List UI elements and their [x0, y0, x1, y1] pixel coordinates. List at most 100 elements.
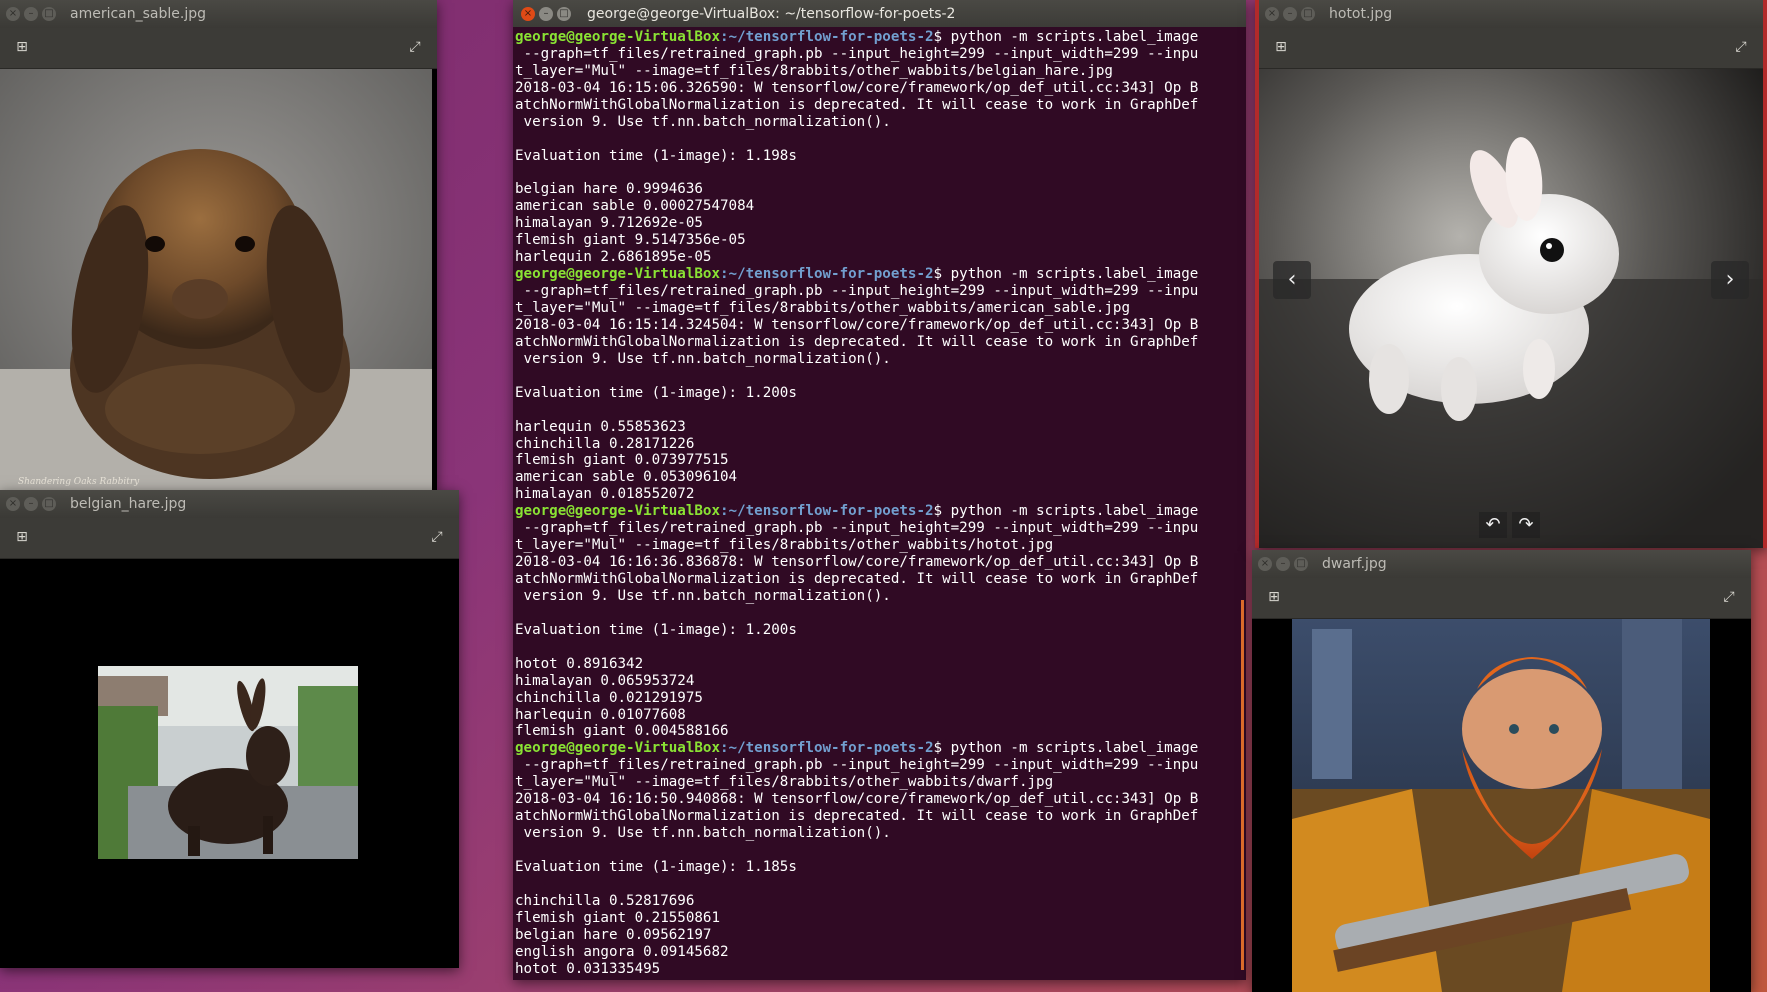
warning-text: 2018-03-04 16:15:06.326590: W tensorflow… [515, 79, 1199, 96]
result-text: hotot 0.031335495 [515, 960, 661, 977]
window-titlebar[interactable]: × – □ dwarf.jpg [1252, 550, 1751, 578]
prompt-line: george@george-VirtualBox:~/tensorflow-fo… [515, 266, 1246, 283]
prompt-user: george@george-VirtualBox [515, 740, 720, 757]
close-icon[interactable]: × [1265, 7, 1279, 21]
terminal-output[interactable]: george@george-VirtualBox:~/tensorflow-fo… [513, 27, 1246, 980]
warning-text: version 9. Use tf.nn.batch_normalization… [515, 113, 891, 130]
prompt-path: :~/tensorflow-for-poets-2 [720, 29, 934, 45]
command-continuation: t_layer="Mul" --image=tf_files/8rabbits/… [515, 774, 1246, 791]
belgian-hare-photo [98, 666, 358, 859]
viewer-toolbar: ⊞ ⤢ [1252, 578, 1751, 619]
minimize-icon[interactable]: – [24, 7, 38, 21]
prompt-line: george@george-VirtualBox:~/tensorflow-fo… [515, 740, 1246, 757]
viewer-toolbar: ⊞ ⤢ [1259, 28, 1763, 69]
window-titlebar[interactable]: × – □ george@george-VirtualBox: ~/tensor… [513, 0, 1246, 28]
warning-text: atchNormWithGlobalNormalization is depre… [515, 96, 1199, 113]
window-titlebar[interactable]: × – □ belgian_hare.jpg [0, 490, 459, 518]
maximize-icon[interactable]: □ [1301, 7, 1315, 21]
fullscreen-icon[interactable]: ⤢ [1733, 39, 1749, 55]
window-title: george@george-VirtualBox: ~/tensorflow-f… [587, 6, 956, 22]
result-line: chinchilla 0.52817696 [515, 893, 1246, 910]
window-titlebar[interactable]: × – □ american_sable.jpg [0, 0, 437, 28]
window-titlebar[interactable]: × – □ hotot.jpg [1259, 0, 1763, 28]
prompt-path: :~/tensorflow-for-poets-2 [720, 503, 934, 520]
maximize-icon[interactable]: □ [1294, 557, 1308, 571]
eval-time-line: Evaluation time (1-image): 1.200s [515, 385, 1246, 402]
warning-text: 2018-03-04 16:16:50.940868: W tensorflow… [515, 791, 1199, 808]
close-icon[interactable]: × [6, 497, 20, 511]
terminal-scrollbar[interactable] [1241, 600, 1244, 970]
warning-text: atchNormWithGlobalNormalization is depre… [515, 808, 1199, 825]
warning-text: version 9. Use tf.nn.batch_normalization… [515, 587, 891, 604]
hotot-rabbit-photo [1259, 69, 1763, 548]
warning-text: atchNormWithGlobalNormalization is depre… [515, 571, 1199, 587]
fullscreen-icon[interactable]: ⤢ [1721, 589, 1737, 605]
result-text: american sable 0.053096104 [515, 469, 738, 486]
minimize-icon[interactable]: – [539, 7, 553, 21]
command-continuation: --graph=tf_files/retrained_graph.pb --in… [515, 757, 1246, 774]
command-continuation: t_layer="Mul" --image=tf_files/8rabbits/… [515, 63, 1246, 80]
close-icon[interactable]: × [6, 7, 20, 21]
image-viewer [1252, 619, 1751, 992]
result-line: himalayan 0.065953724 [515, 673, 1246, 690]
window-title: american_sable.jpg [70, 6, 207, 22]
result-line: hotot 0.031335495 [515, 961, 1246, 978]
viewer-toolbar: ⊞ ⤢ [0, 28, 437, 69]
command-text: --graph=tf_files/retrained_graph.pb --in… [515, 520, 1199, 537]
result-line: american sable 0.00027547084 [515, 198, 1246, 215]
add-icon[interactable]: ⊞ [1266, 589, 1282, 605]
add-icon[interactable]: ⊞ [14, 39, 30, 55]
rotate-left-icon[interactable]: ↶ [1479, 512, 1507, 538]
eval-time-text: Evaluation time (1-image): 1.185s [515, 858, 797, 875]
minimize-icon[interactable]: – [1283, 7, 1297, 21]
window-title: hotot.jpg [1329, 6, 1393, 22]
prompt-symbol: $ [933, 740, 943, 757]
maximize-icon[interactable]: □ [557, 7, 571, 21]
terminal-window: × – □ george@george-VirtualBox: ~/tensor… [513, 0, 1246, 980]
rotate-right-icon[interactable]: ↷ [1512, 512, 1540, 538]
american-sable-window: × – □ american_sable.jpg ⊞ ⤢ Shandering … [0, 0, 437, 490]
warning-line: atchNormWithGlobalNormalization is depre… [515, 97, 1246, 114]
result-line: hotot 0.8916342 [515, 656, 1246, 673]
minimize-icon[interactable]: – [24, 497, 38, 511]
command-continuation: --graph=tf_files/retrained_graph.pb --in… [515, 283, 1246, 300]
close-icon[interactable]: × [1258, 557, 1272, 571]
warning-text: version 9. Use tf.nn.batch_normalization… [515, 825, 891, 842]
result-line: harlequin 0.01077608 [515, 707, 1246, 724]
prompt-symbol: $ [933, 266, 943, 283]
window-title: dwarf.jpg [1322, 556, 1387, 572]
result-line: flemish giant 0.21550861 [515, 910, 1246, 927]
close-icon[interactable]: × [521, 7, 535, 21]
fullscreen-icon[interactable]: ⤢ [407, 39, 423, 55]
command-text: --graph=tf_files/retrained_graph.pb --in… [515, 757, 1199, 774]
maximize-icon[interactable]: □ [42, 497, 56, 511]
image-viewer: ‹ › ↶ ↷ [1259, 69, 1763, 548]
chevron-left-icon[interactable]: ‹ [1273, 261, 1311, 299]
window-title: belgian_hare.jpg [70, 496, 187, 512]
belgian-hare-window: × – □ belgian_hare.jpg ⊞ ⤢ [0, 490, 459, 968]
command-text: python -m scripts.label_image [942, 740, 1199, 757]
command-text: --graph=tf_files/retrained_graph.pb --in… [515, 283, 1199, 300]
prompt-path: :~/tensorflow-for-poets-2 [720, 740, 934, 757]
warning-line: atchNormWithGlobalNormalization is depre… [515, 571, 1246, 588]
command-continuation: --graph=tf_files/retrained_graph.pb --in… [515, 46, 1246, 63]
image-viewer [0, 559, 459, 968]
result-line: chinchilla 0.021291975 [515, 690, 1246, 707]
add-icon[interactable]: ⊞ [14, 529, 30, 545]
command-text: t_layer="Mul" --image=tf_files/8rabbits/… [515, 537, 1054, 554]
american-sable-rabbit-photo: Shandering Oaks Rabbitry [0, 69, 432, 490]
photo-signature: Shandering Oaks Rabbitry [18, 477, 140, 487]
minimize-icon[interactable]: – [1276, 557, 1290, 571]
warning-line: atchNormWithGlobalNormalization is depre… [515, 808, 1246, 825]
warning-line: 2018-03-04 16:16:36.836878: W tensorflow… [515, 554, 1246, 571]
add-icon[interactable]: ⊞ [1273, 39, 1289, 55]
maximize-icon[interactable]: □ [42, 7, 56, 21]
command-text: t_layer="Mul" --image=tf_files/8rabbits/… [515, 300, 1130, 316]
chevron-right-icon[interactable]: › [1711, 261, 1749, 299]
fullscreen-icon[interactable]: ⤢ [429, 529, 445, 545]
warning-text: 2018-03-04 16:16:36.836878: W tensorflow… [515, 554, 1199, 571]
